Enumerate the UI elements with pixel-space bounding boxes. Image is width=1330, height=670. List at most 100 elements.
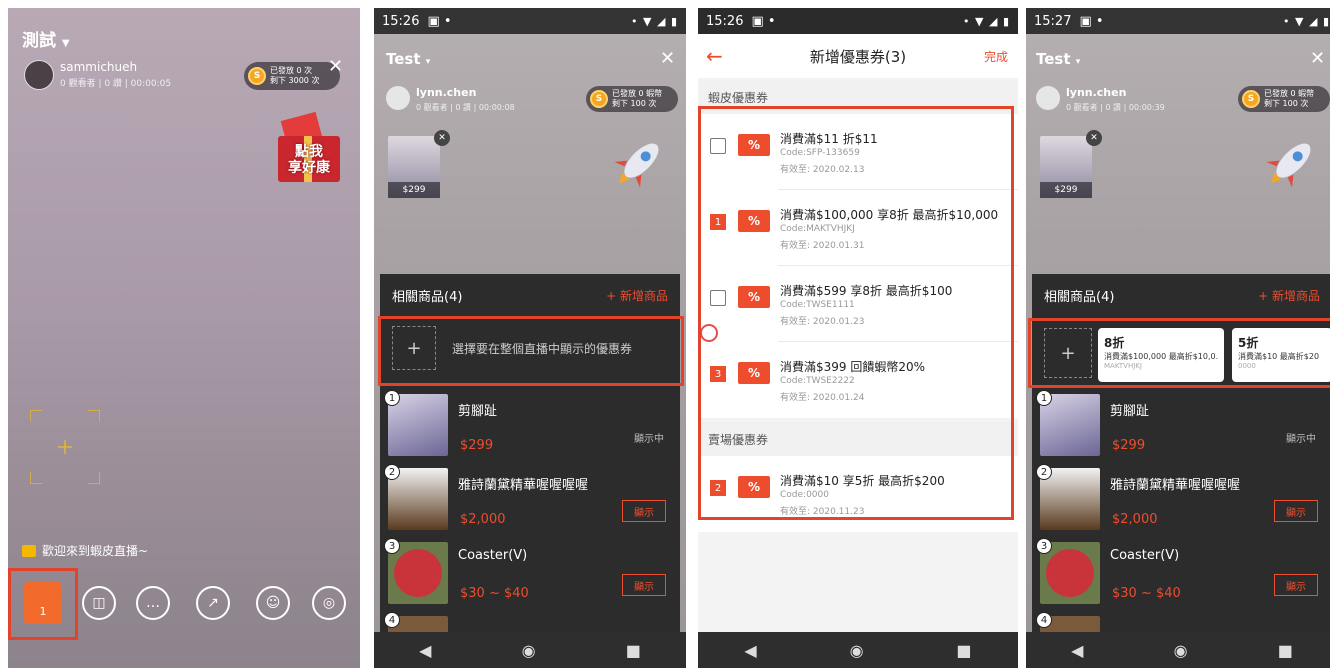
product-number: 1 [384, 390, 400, 406]
product-thumb: 1 [384, 390, 448, 456]
stream-stats: 0 觀看者 | 0 讚 | 00:00:08 [416, 103, 515, 112]
product-name: Coaster(V) [458, 548, 528, 563]
related-products-sheet: 相關商品(4) + 新增商品 + 8折 消費滿$100,000 最高折$10,0.… [1028, 274, 1330, 636]
coin-icon: S [1242, 90, 1260, 108]
back-arrow-icon[interactable]: ← [706, 44, 723, 68]
effects-icon[interactable]: ☺ [256, 586, 290, 620]
host-username: sammichueh [60, 60, 138, 74]
product-thumb: 3 [1036, 538, 1100, 604]
show-button[interactable]: 顯示 [622, 574, 666, 596]
highlight-box [378, 316, 684, 386]
product-price: $30 ~ $40 [1112, 586, 1181, 601]
stream-title-text: Test [1036, 50, 1071, 68]
product-row[interactable]: 2 雅詩蘭黛精華喔喔喔喔 $2,000 顯示 [1036, 464, 1324, 542]
add-product-button[interactable]: + 新增商品 [606, 287, 668, 304]
pinned-product-thumb[interactable]: $299 [388, 136, 440, 198]
avatar [386, 86, 410, 110]
promo-text-1: 點我 [295, 144, 323, 160]
stream-title[interactable]: Test ▾ [1036, 50, 1080, 68]
recents-icon[interactable]: ■ [1278, 641, 1293, 660]
shopping-bag-button[interactable]: 1 [24, 582, 62, 624]
product-thumb: 2 [384, 464, 448, 530]
host-username: lynn.chen [416, 86, 477, 99]
back-icon[interactable]: ◀ [419, 641, 431, 660]
coin-sent-text: 已發放 0 蝦幣 [1264, 89, 1315, 98]
rocket-icon[interactable] [610, 132, 670, 192]
close-icon[interactable]: ✕ [1310, 48, 1325, 69]
android-nav-bar: ◀ ◉ ■ [374, 632, 686, 668]
focus-frame [29, 409, 101, 485]
promo-text-2: 享好康 [288, 160, 330, 176]
add-voucher-screen: 15:26 ▣ • • ▼ ◢ ▮ ← 新增優惠券(3) 完成 蝦皮優惠券 % 消費… [698, 8, 1018, 668]
stream-title[interactable]: 測試 ▼ [22, 26, 70, 51]
show-button[interactable]: 顯示 [1274, 574, 1318, 596]
coin-remaining-text: 剩下 100 次 [1264, 99, 1309, 108]
stream-title[interactable]: Test ▾ [386, 50, 430, 68]
welcome-text: 歡迎來到蝦皮直播~ [42, 544, 149, 558]
home-icon[interactable]: ◉ [1174, 641, 1188, 660]
notification-icon: ▣ • [1079, 13, 1104, 29]
product-row[interactable]: 3 Coaster(V) $30 ~ $40 顯示 [1036, 538, 1324, 616]
product-status: 顯示中 [634, 434, 664, 445]
close-icon[interactable]: ✕ [660, 48, 675, 69]
home-icon[interactable]: ◉ [522, 641, 536, 660]
rocket-icon[interactable] [1262, 132, 1322, 192]
product-price: $299 [460, 438, 494, 453]
related-products-with-vouchers-screen: 15:27 ▣ • • ▼ ◢ ▮ Test ▾ ✕ lynn.chen 0 觀看者… [1026, 8, 1330, 668]
coin-sent-text: 已發放 0 蝦幣 [612, 89, 663, 98]
announcement-icon [22, 544, 36, 557]
product-name: 剪腳趾 [458, 404, 498, 419]
cart-count: 1 [39, 605, 47, 618]
pinned-product-thumb[interactable]: $299 [1040, 136, 1092, 198]
host-username: lynn.chen [1066, 86, 1127, 99]
show-button[interactable]: 顯示 [622, 500, 666, 522]
promo-gift-icon[interactable]: 點我 享好康 [270, 108, 346, 188]
status-time: 15:27 [1034, 13, 1072, 29]
sheet-title: 相關商品(4) [392, 289, 463, 305]
product-row[interactable]: 1 剪腳趾 $299 顯示中 [1036, 390, 1324, 468]
product-price: $30 ~ $40 [460, 586, 529, 601]
coin-sent-text: 已發放 0 次 [270, 66, 313, 75]
avatar [24, 60, 54, 90]
product-thumb: 1 [1036, 390, 1100, 456]
recents-icon[interactable]: ■ [626, 641, 641, 660]
back-icon[interactable]: ◀ [1071, 641, 1083, 660]
products-grid-icon[interactable]: ◫ [82, 586, 116, 620]
home-icon[interactable]: ◉ [850, 641, 864, 660]
product-name: 剪腳趾 [1110, 404, 1150, 419]
pinned-price: $299 [1040, 182, 1092, 198]
camera-icon[interactable]: ◎ [312, 586, 346, 620]
coin-status-pill: S 已發放 0 蝦幣 剩下 100 次 [1238, 86, 1330, 112]
status-time: 15:26 [706, 13, 744, 29]
product-number: 2 [384, 464, 400, 480]
coin-status-pill: S 已發放 0 次剩下 3000 次 [244, 62, 340, 90]
product-name: Coaster(V) [1110, 548, 1180, 563]
product-row[interactable]: 3 Coaster(V) $30 ~ $40 顯示 [384, 538, 672, 616]
status-bar: 15:26 ▣ • • ▼ ◢ ▮ [374, 8, 686, 34]
product-number: 4 [1036, 612, 1052, 628]
status-time: 15:26 [382, 13, 420, 29]
product-status: 顯示中 [1286, 434, 1316, 445]
remove-pin-icon[interactable]: ✕ [1086, 130, 1102, 146]
highlight-box [698, 106, 1014, 520]
chevron-down-icon: ▼ [61, 38, 70, 49]
notification-icon: ▣ • [751, 13, 776, 29]
show-button[interactable]: 顯示 [1274, 500, 1318, 522]
android-nav-bar: ◀ ◉ ■ [698, 632, 1018, 668]
close-icon[interactable]: ✕ [328, 56, 343, 77]
product-number: 4 [384, 612, 400, 628]
product-row[interactable]: 2 雅詩蘭黛精華喔喔喔喔 $2,000 顯示 [384, 464, 672, 542]
recents-icon[interactable]: ■ [956, 641, 971, 660]
done-button[interactable]: 完成 [984, 48, 1008, 65]
stream-stats: 0 觀看者 | 0 讚 | 00:00:05 [60, 79, 172, 89]
page-title: 新增優惠券(3) [809, 47, 907, 66]
share-icon[interactable]: ↗ [196, 586, 230, 620]
back-icon[interactable]: ◀ [744, 641, 756, 660]
highlight-box [1028, 318, 1330, 388]
product-row[interactable]: 1 剪腳趾 $299 顯示中 [384, 390, 672, 468]
avatar [1036, 86, 1060, 110]
add-product-button[interactable]: + 新增商品 [1258, 287, 1320, 304]
chat-icon[interactable]: … [136, 586, 170, 620]
coin-status-pill: S 已發放 0 蝦幣 剩下 100 次 [586, 86, 678, 112]
remove-pin-icon[interactable]: ✕ [434, 130, 450, 146]
